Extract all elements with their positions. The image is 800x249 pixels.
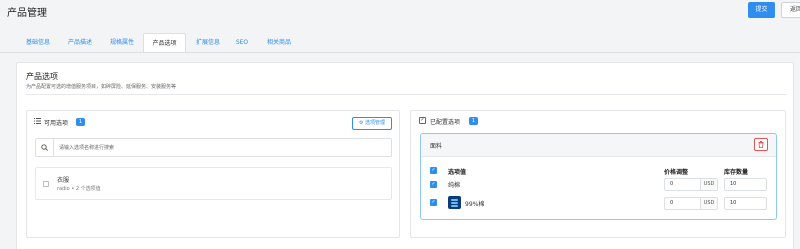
- tab-basic-info[interactable]: 基础信息: [16, 33, 60, 53]
- option-value-image: [448, 196, 461, 209]
- select-all-checkbox[interactable]: ✓: [430, 167, 437, 174]
- available-options-title: 可用选项: [44, 120, 69, 127]
- stock-quantity-field[interactable]: 10: [724, 178, 767, 191]
- currency-unit: USD: [700, 179, 717, 190]
- tab-spec-attributes[interactable]: 规格属性: [101, 33, 143, 53]
- section-divider: [26, 94, 786, 95]
- tab-description[interactable]: 产品描述: [60, 33, 100, 53]
- back-button[interactable]: 返回: [781, 2, 800, 18]
- option-group-header: 面料: [421, 134, 776, 157]
- section-description: 为产品配置可选的增值服务项目，如碎屏险、延保服务、安装服务等: [26, 84, 177, 90]
- available-option-item[interactable]: 衣服 radio • 2 个选项值: [35, 167, 392, 200]
- search-box: [35, 138, 392, 157]
- tab-product-options[interactable]: 产品选项: [143, 33, 186, 53]
- submit-button[interactable]: 提交: [748, 2, 775, 18]
- price-adjust-field[interactable]: 0 USD: [664, 197, 718, 210]
- delete-option-button[interactable]: [754, 138, 768, 151]
- currency-unit: USD: [700, 198, 717, 209]
- option-checkbox[interactable]: [43, 181, 49, 187]
- price-value: 0: [670, 181, 674, 187]
- search-input[interactable]: [59, 139, 379, 156]
- column-header-price: 价格调整: [664, 169, 689, 176]
- option-meta: radio • 2 个选项值: [57, 186, 101, 192]
- tab-extended-info[interactable]: 扩展信息: [188, 33, 228, 53]
- option-value-label: 纯棉: [448, 182, 461, 189]
- column-header-value: 选项值: [448, 169, 467, 176]
- trash-icon: [758, 141, 764, 148]
- configured-options-title: 已配置选项: [430, 119, 461, 126]
- list-icon: [34, 118, 41, 126]
- option-manage-button[interactable]: ⚙ 选项管理: [352, 117, 392, 130]
- price-adjust-field[interactable]: 0 USD: [664, 178, 718, 191]
- row-checkbox[interactable]: ✓: [430, 199, 437, 206]
- column-header-stock: 库存数量: [724, 169, 749, 176]
- tab-bar: 基础信息 产品描述 规格属性 产品选项 扩展信息 SEO 相关商品: [0, 33, 800, 53]
- option-group-name: 面料: [430, 143, 443, 150]
- available-count-badge: 1: [76, 118, 85, 126]
- configured-count-badge: 1: [469, 117, 478, 125]
- row-checkbox[interactable]: ✓: [430, 181, 437, 188]
- checkbox-icon: ✓: [419, 117, 426, 124]
- price-value: 0: [670, 200, 674, 206]
- tab-related-products[interactable]: 相关商品: [257, 33, 301, 53]
- tab-seo[interactable]: SEO: [229, 33, 255, 53]
- tab-divider: [0, 52, 800, 53]
- search-icon: [36, 139, 54, 156]
- option-name: 衣服: [57, 177, 70, 184]
- stock-quantity-field[interactable]: 10: [724, 197, 767, 210]
- option-value-label: 99%棉: [465, 201, 485, 208]
- page-title: 产品管理: [7, 8, 47, 19]
- section-title: 产品选项: [26, 72, 58, 81]
